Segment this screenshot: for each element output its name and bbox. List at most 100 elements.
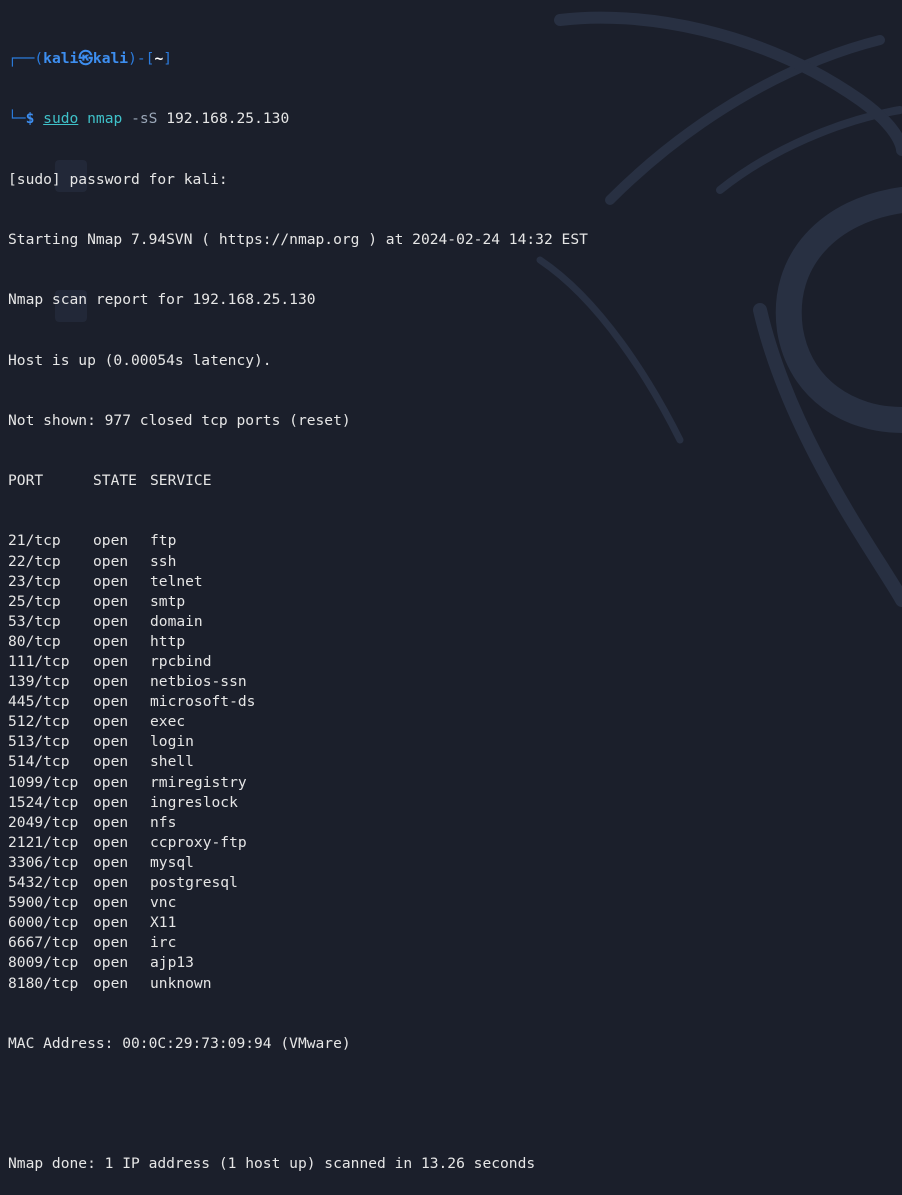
port-cell: 22/tcp — [8, 552, 61, 570]
service-cell: exec — [150, 713, 186, 731]
prompt-user: kali — [43, 50, 79, 68]
prompt-frame-mid: )-[ — [128, 50, 155, 68]
state-cell: open — [93, 552, 129, 570]
command-program: nmap — [87, 110, 123, 128]
service-cell: vnc — [150, 894, 177, 912]
state-cell: open — [93, 793, 129, 811]
state-cell: open — [93, 653, 129, 670]
state-cell: open — [93, 833, 129, 851]
service-cell: domain — [150, 612, 203, 630]
service-cell: http — [150, 632, 186, 650]
state-cell: open — [93, 954, 129, 972]
port-cell: 2121/tcp — [8, 833, 79, 851]
port-row: 6667/tcp open irc — [8, 933, 894, 953]
output-blank-line — [8, 1094, 894, 1114]
output-sudo-password: [sudo] password for kali: — [8, 170, 228, 188]
port-cell: 53/tcp — [8, 612, 61, 630]
port-row: 139/tcp open netbios-ssn — [8, 672, 894, 692]
header-port: PORT — [8, 472, 44, 490]
port-row: 23/tcp open telnet — [8, 572, 894, 592]
port-cell: 25/tcp — [8, 592, 61, 610]
port-row: 111/tcp open rpcbind — [8, 652, 894, 672]
port-row: 3306/tcp open mysql — [8, 853, 894, 873]
port-row: 6000/tcp open X11 — [8, 913, 894, 933]
service-cell: nfs — [150, 813, 177, 831]
port-cell: 8009/tcp — [8, 954, 79, 972]
state-cell: open — [93, 572, 129, 590]
service-cell: ccproxy-ftp — [150, 833, 247, 851]
port-row: 53/tcp open domain — [8, 612, 894, 632]
prompt-host: kali — [92, 50, 129, 68]
output-scan-report: Nmap scan report for 192.168.25.130 — [8, 291, 316, 309]
port-row: 1524/tcp open ingreslock — [8, 793, 894, 813]
terminal-output[interactable]: ┌──(kali㉿kali)-[~] └─$ sudo nmap -sS 192… — [8, 9, 894, 1195]
state-cell: open — [93, 632, 129, 650]
service-cell: irc — [150, 934, 177, 952]
port-row: 514/tcp open shell — [8, 752, 894, 772]
port-row: 8009/tcp open ajp13 — [8, 953, 894, 973]
prompt-line-1: ┌──(kali㉿kali)-[~] — [8, 49, 894, 69]
port-row: 1099/tcp open rmiregistry — [8, 773, 894, 793]
state-cell: open — [93, 673, 129, 691]
prompt-at-symbol: ㉿ — [78, 50, 93, 68]
port-cell: 8180/tcp — [8, 974, 79, 992]
output-mac-address: MAC Address: 00:0C:29:73:09:94 (VMware) — [8, 1034, 351, 1052]
port-cell: 1099/tcp — [8, 773, 79, 791]
port-cell: 5900/tcp — [8, 894, 79, 912]
service-cell: telnet — [150, 572, 203, 590]
state-cell: open — [93, 894, 129, 912]
port-row: 21/tcp open ftp — [8, 531, 894, 551]
state-cell: open — [93, 874, 129, 892]
port-cell: 6000/tcp — [8, 914, 79, 932]
port-row: 512/tcp open exec — [8, 712, 894, 732]
state-cell: open — [93, 974, 129, 992]
service-cell: postgresql — [150, 874, 238, 892]
port-cell: 512/tcp — [8, 713, 70, 731]
port-cell: 5432/tcp — [8, 874, 79, 892]
state-cell: open — [93, 934, 129, 952]
service-cell: ajp13 — [150, 954, 194, 972]
port-cell: 23/tcp — [8, 572, 61, 590]
state-cell: open — [93, 733, 129, 751]
state-cell: open — [93, 773, 129, 791]
port-cell: 139/tcp — [8, 673, 70, 691]
port-cell: 513/tcp — [8, 733, 70, 751]
port-table-header: PORT STATE SERVICE — [8, 471, 894, 491]
port-row: 2049/tcp open nfs — [8, 813, 894, 833]
service-cell: shell — [150, 753, 194, 771]
output-host-up: Host is up (0.00054s latency). — [8, 351, 272, 369]
state-cell: open — [93, 753, 129, 771]
state-cell: open — [93, 532, 129, 550]
port-row: 5432/tcp open postgresql — [8, 873, 894, 893]
port-row: 445/tcp open microsoft-ds — [8, 692, 894, 712]
port-row: 5900/tcp open vnc — [8, 893, 894, 913]
port-cell: 111/tcp — [8, 653, 70, 670]
header-service: SERVICE — [150, 472, 212, 490]
port-row: 513/tcp open login — [8, 732, 894, 752]
output-starting-nmap: Starting Nmap 7.94SVN ( https://nmap.org… — [8, 231, 588, 249]
state-cell: open — [93, 592, 129, 610]
service-cell: netbios-ssn — [150, 673, 247, 691]
port-cell: 514/tcp — [8, 753, 70, 771]
port-cell: 21/tcp — [8, 532, 61, 550]
state-cell: open — [93, 713, 129, 731]
service-cell: X11 — [150, 914, 177, 932]
output-not-shown: Not shown: 977 closed tcp ports (reset) — [8, 411, 351, 429]
prompt-frame-corner: └─ — [8, 110, 26, 128]
service-cell: login — [150, 733, 194, 751]
service-cell: unknown — [150, 974, 212, 992]
service-cell: ftp — [150, 532, 177, 550]
port-cell: 1524/tcp — [8, 793, 79, 811]
service-cell: smtp — [150, 592, 186, 610]
port-table-body: 21/tcp open ftp 22/tcp open ssh 23/tcp open teln… — [8, 531, 894, 993]
port-cell: 445/tcp — [8, 693, 70, 711]
prompt-frame-close: ] — [163, 50, 173, 68]
state-cell: open — [93, 813, 129, 831]
state-cell: open — [93, 612, 129, 630]
port-cell: 2049/tcp — [8, 813, 79, 831]
service-cell: microsoft-ds — [150, 693, 256, 711]
port-row: 22/tcp open ssh — [8, 552, 894, 572]
prompt-dollar: $ — [25, 110, 35, 128]
prompt-directory: ~ — [154, 50, 164, 68]
port-row: 80/tcp open http — [8, 632, 894, 652]
